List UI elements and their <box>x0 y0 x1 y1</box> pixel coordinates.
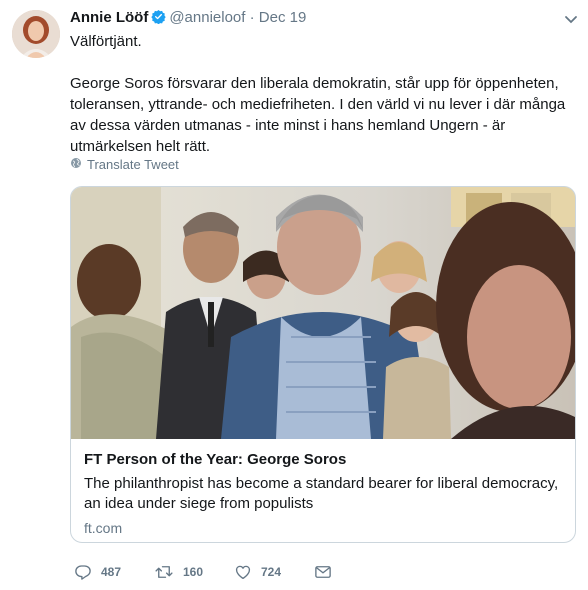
retweet-icon <box>154 563 183 581</box>
chevron-down-icon[interactable] <box>564 12 578 24</box>
envelope-icon <box>314 563 341 581</box>
like-button[interactable]: 724 <box>234 563 314 581</box>
retweet-button[interactable]: 160 <box>154 563 234 581</box>
user-handle[interactable]: @annieloof <box>169 9 245 26</box>
translate-label: Translate Tweet <box>87 157 179 172</box>
card-description: The philanthropist has become a standard… <box>84 475 559 512</box>
reply-button[interactable]: 487 <box>74 563 154 581</box>
like-count: 724 <box>261 565 282 579</box>
reply-count: 487 <box>101 565 122 579</box>
tweet-text: Välförtjänt. George Soros försvarar den … <box>70 31 580 157</box>
card-title[interactable]: FT Person of the Year: George Soros <box>84 450 562 470</box>
tweet-text-line: Välförtjänt. <box>70 33 142 50</box>
card-domain: ft.com <box>84 520 123 536</box>
translate-tweet-link[interactable]: Translate Tweet <box>70 157 179 172</box>
tweet-text-paragraph: George Soros försvarar den liberala demo… <box>70 75 566 155</box>
avatar[interactable] <box>12 10 60 58</box>
reply-icon <box>74 563 101 581</box>
link-card[interactable]: FT Person of the Year: George Soros The … <box>70 186 576 543</box>
header-separator: · <box>249 9 255 26</box>
display-name[interactable]: Annie Lööf <box>70 9 148 26</box>
card-body: FT Person of the Year: George Soros The … <box>71 439 575 536</box>
tweet-header: Annie Lööf @annieloof · Dec 19 <box>70 8 306 30</box>
card-image[interactable] <box>71 187 575 439</box>
retweet-count: 160 <box>183 565 204 579</box>
heart-icon <box>234 563 261 581</box>
verified-badge-icon <box>151 9 167 30</box>
tweet-actions: 487 160 724 <box>74 560 341 584</box>
globe-icon <box>70 157 82 172</box>
tweet-timestamp[interactable]: Dec 19 <box>259 9 307 26</box>
direct-message-button[interactable] <box>314 563 341 581</box>
